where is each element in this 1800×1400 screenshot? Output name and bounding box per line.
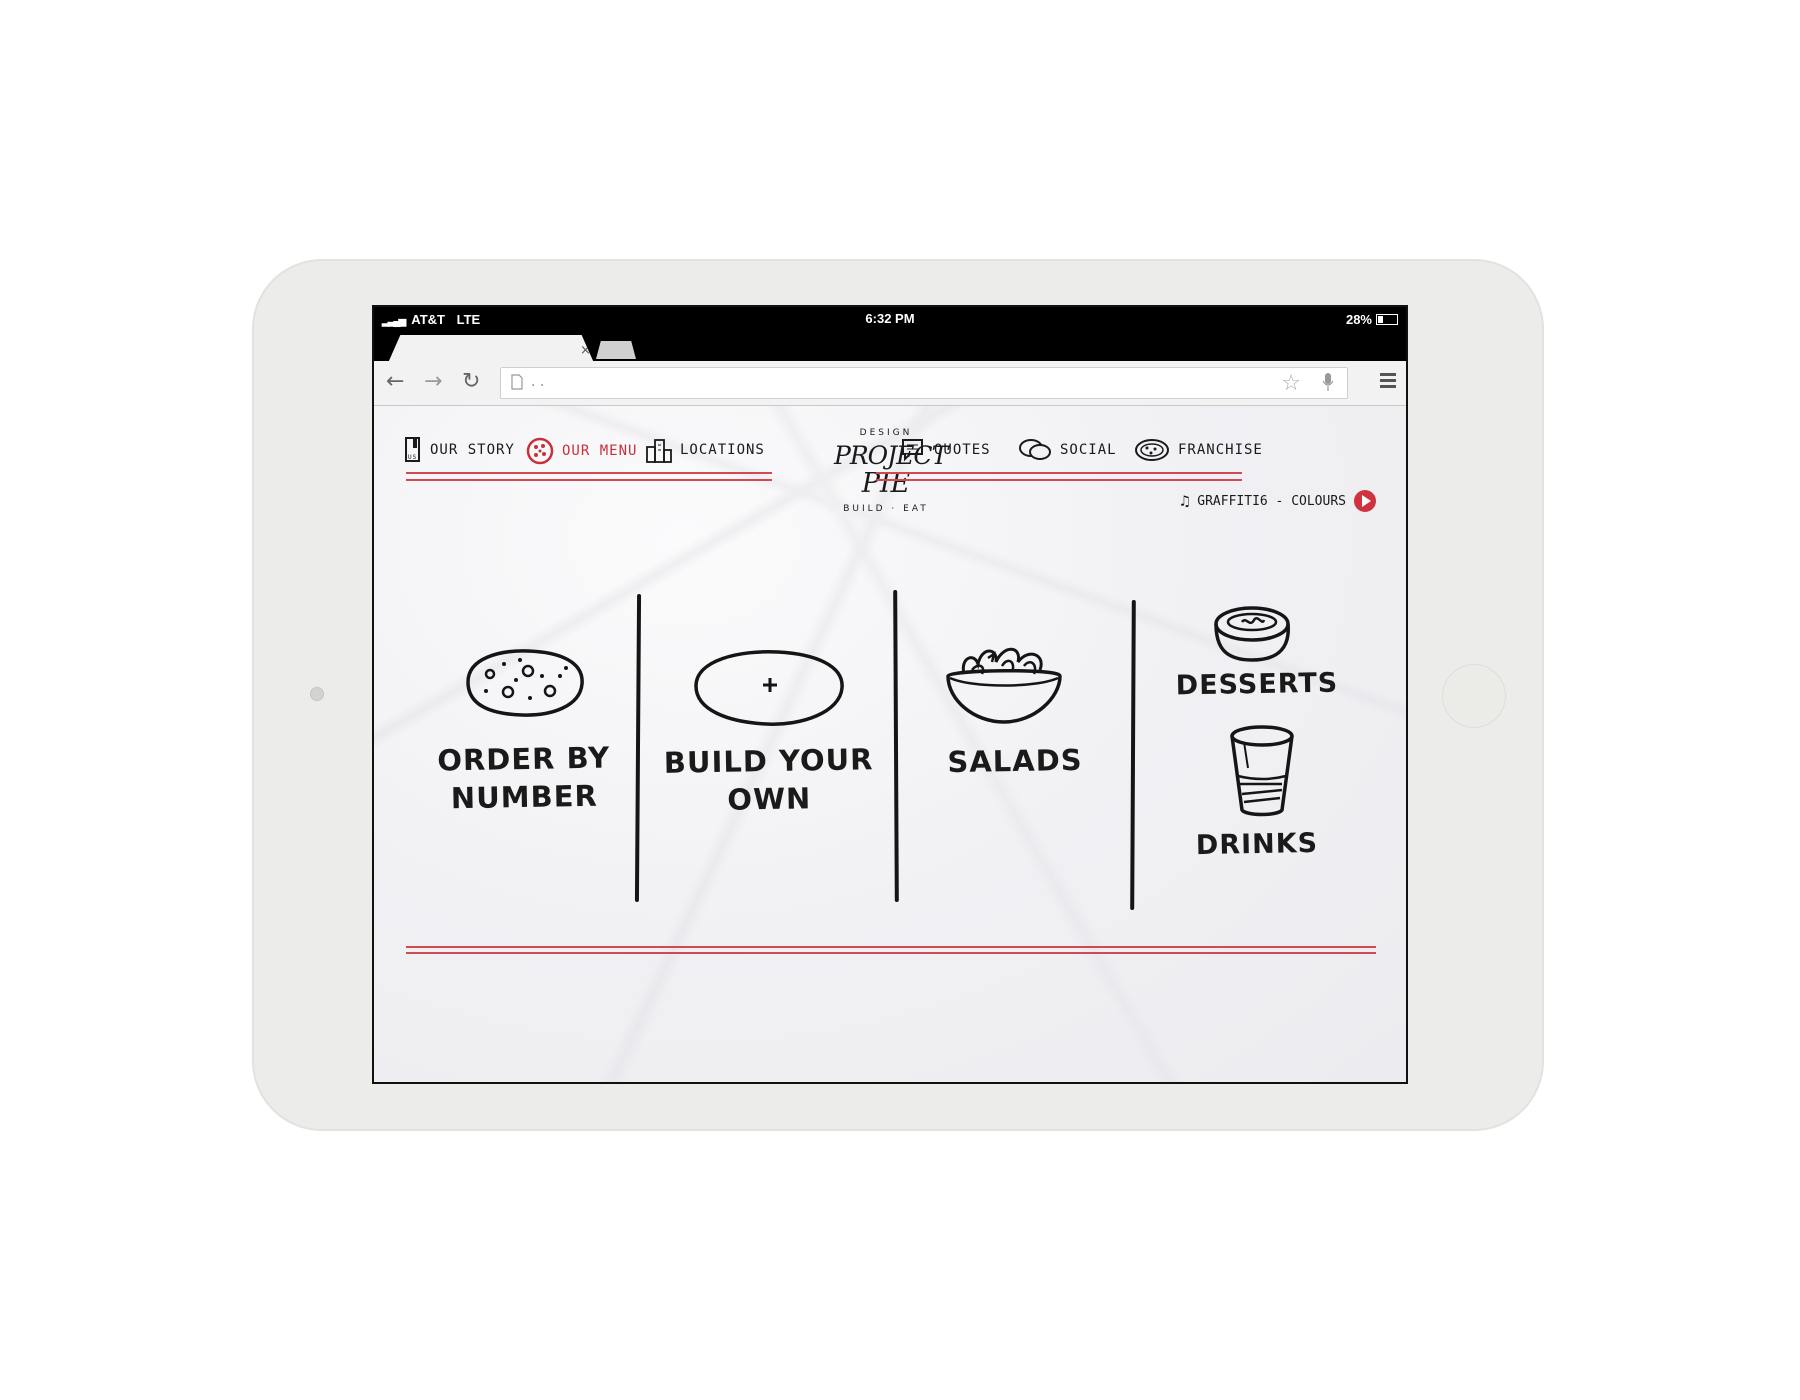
menu-label-order-by-number: ORDER BY NUMBER [423, 738, 624, 817]
play-icon[interactable] [1354, 490, 1376, 512]
quote-bubble-icon [902, 439, 923, 462]
svg-text:US: US [408, 454, 417, 461]
nav-label: FRANCHISE [1178, 442, 1263, 458]
menu-label-build-your-own: BUILD YOUR OWN [657, 740, 880, 820]
chat-bubbles-icon [1019, 439, 1051, 460]
drink-cup-icon [1230, 725, 1294, 817]
music-note-icon: ♫ [1180, 492, 1190, 510]
music-player: ♫ GRAFFITI6 - COLOURS [1180, 490, 1376, 512]
dough-plus-icon [694, 650, 844, 726]
battery-percent: 28% [1345, 312, 1372, 327]
pie-icon [1135, 439, 1169, 461]
menu-label-desserts: DESSERTS [1175, 667, 1339, 702]
nav-our-menu[interactable]: OUR MENU [526, 437, 637, 465]
nav-locations[interactable]: LOCATIONS [646, 437, 765, 463]
web-page: US OUR STORY OUR MENU LOCATIONS DESIGN P… [374, 406, 1406, 1082]
browser-toolbar: ← → ↻ . . ☆ [374, 361, 1406, 406]
salad-bowl-icon [946, 647, 1062, 724]
pizza-illustration-icon [466, 649, 584, 717]
nav-label: OUR MENU [562, 443, 638, 459]
dessert-pie-icon [1214, 606, 1290, 662]
label-line: NUMBER [450, 778, 599, 816]
nav-label: OUR STORY [430, 442, 515, 458]
bookmark-star-icon[interactable]: ☆ [1281, 371, 1301, 396]
nav-label: SOCIAL [1060, 442, 1117, 458]
browser-menu-icon[interactable] [1380, 373, 1396, 391]
forward-icon[interactable]: → [424, 370, 442, 394]
buildings-icon [646, 439, 672, 463]
nav-underline-right [876, 472, 1242, 481]
nav-label: LOCATIONS [680, 442, 765, 458]
footer-rule [406, 946, 1376, 954]
nav-label: QUOTES [934, 442, 991, 458]
home-button[interactable] [1442, 664, 1506, 728]
menu-label-drinks: DRINKS [1195, 827, 1319, 862]
book-icon: US [405, 437, 420, 462]
tab-close-icon[interactable]: × [580, 343, 591, 358]
status-time: 6:32 PM [865, 311, 915, 326]
label-line: BUILD YOUR [663, 742, 874, 780]
pizza-icon [526, 437, 554, 465]
track-title: GRAFFITI6 - COLOURS [1197, 493, 1346, 509]
microphone-icon[interactable] [1323, 373, 1333, 391]
label-line: ORDER BY [436, 740, 611, 778]
label-line: OWN [727, 781, 812, 817]
new-tab-button[interactable] [596, 341, 636, 359]
page-icon [511, 374, 523, 390]
address-bar[interactable]: . . ☆ [500, 367, 1348, 399]
tablet-screen: ▂▃▄▅ AT&T LTE 6:32 PM 28% × ← → ↻ . . ☆ [372, 305, 1408, 1084]
nav-underline-left [406, 472, 772, 481]
battery-icon [1376, 314, 1398, 325]
reload-icon[interactable]: ↻ [462, 370, 480, 394]
back-icon[interactable]: ← [386, 370, 404, 394]
nav-social[interactable]: SOCIAL [1018, 437, 1117, 463]
battery-status: 28% [1346, 312, 1398, 327]
nav-franchise[interactable]: FRANCHISE [1134, 437, 1263, 463]
tablet-camera [310, 687, 324, 701]
url-text: . . [531, 374, 545, 390]
menu-label-salads: SALADS [947, 742, 1083, 780]
status-bar: ▂▃▄▅ AT&T LTE 6:32 PM 28% [374, 307, 1406, 331]
nav-our-story[interactable]: US OUR STORY [404, 437, 515, 463]
browser-tab-bar: × [374, 331, 1406, 363]
logo-build-eat-text: BUILD · EAT [843, 504, 929, 514]
nav-quotes[interactable]: QUOTES [900, 437, 991, 463]
browser-tab[interactable]: × [388, 335, 594, 363]
